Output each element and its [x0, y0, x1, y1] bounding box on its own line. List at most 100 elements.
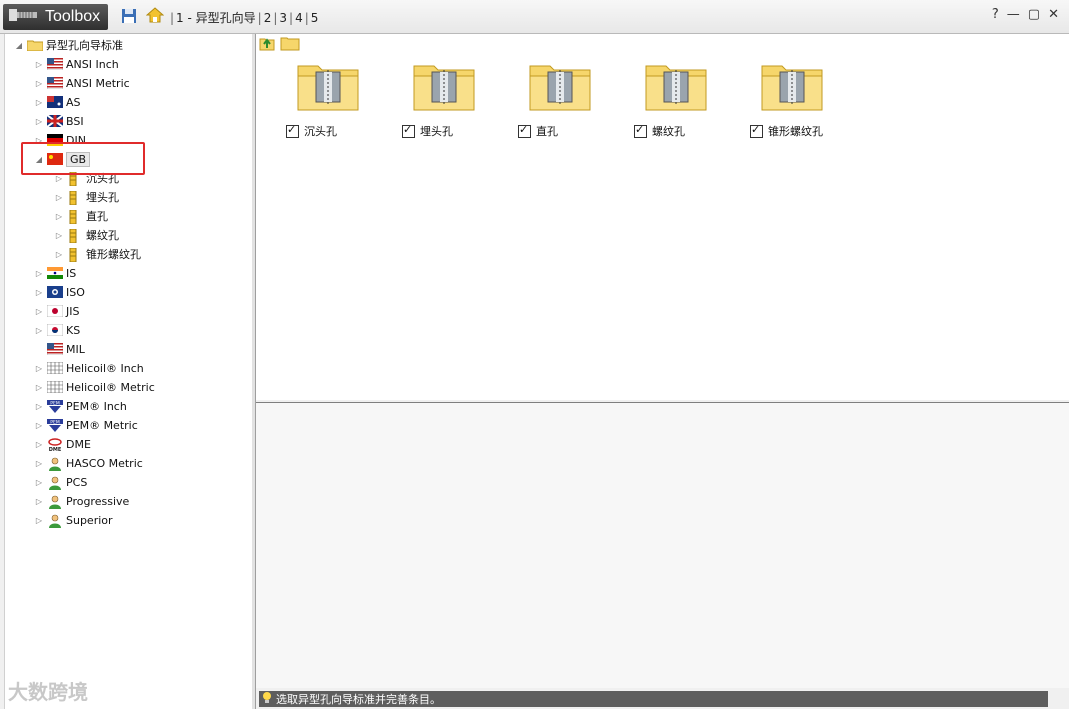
close-button[interactable]: ✕	[1048, 7, 1059, 22]
expand-arrow-icon[interactable]: ▷	[33, 326, 45, 335]
folder-icon[interactable]	[280, 34, 300, 55]
crumb-step-2[interactable]: 2	[264, 11, 272, 25]
hole-type-checkbox[interactable]	[750, 123, 763, 138]
tree-item-pem-inch[interactable]: ▷ PEM PEM® Inch	[33, 397, 127, 415]
up-folder-icon[interactable]	[258, 34, 276, 55]
expand-arrow-icon[interactable]: ▷	[33, 440, 45, 449]
crumb-step-4[interactable]: 4	[295, 11, 303, 25]
expand-arrow-icon[interactable]: ▷	[53, 193, 65, 202]
crumb-step-5[interactable]: 5	[311, 11, 319, 25]
tree-item-is[interactable]: ▷ IS	[33, 264, 76, 282]
expand-arrow-icon[interactable]: ▷	[33, 60, 45, 69]
pem-flag-icon: PEM	[47, 419, 63, 432]
tree-item-dme[interactable]: ▷ DME DME	[33, 435, 91, 454]
home-icon[interactable]	[145, 6, 165, 27]
toolbox-tab[interactable]: Toolbox	[3, 4, 108, 30]
expand-arrow-icon[interactable]: ▷	[33, 79, 45, 88]
expand-arrow-icon[interactable]: ▷	[33, 516, 45, 525]
expand-arrow-icon[interactable]: ▷	[33, 117, 45, 126]
hole-type-checkbox-row[interactable]: 螺纹孔	[634, 123, 685, 139]
expand-arrow-icon[interactable]: ▷	[53, 212, 65, 221]
kr-flag-icon	[46, 323, 64, 337]
properties-pane	[256, 402, 1069, 688]
tree-item-helicoil-metric[interactable]: ▷ Helicoil® Metric	[33, 378, 155, 396]
expand-arrow-icon[interactable]: ▷	[33, 383, 45, 392]
tree-item-mil[interactable]: MIL	[33, 340, 85, 358]
tree-item-label: PEM® Metric	[66, 418, 138, 432]
tree-child-label: 螺纹孔	[86, 229, 119, 242]
expand-arrow-icon[interactable]: ▷	[33, 364, 45, 373]
tree-root[interactable]: ◢ 异型孔向导标准	[13, 36, 123, 54]
tree-item-as[interactable]: ▷ AS	[33, 93, 81, 111]
tree-item-progressive[interactable]: ▷ Progressive	[33, 492, 129, 510]
hole-type-checkbox-row[interactable]: 埋头孔	[402, 123, 453, 139]
expand-arrow-icon[interactable]: ▷	[53, 250, 65, 259]
hole-type-checkbox-row[interactable]: 锥形螺纹孔	[750, 123, 823, 139]
crumb-step-1[interactable]: 1 - 异型孔向导	[176, 9, 256, 26]
restore-button[interactable]: ▢	[1028, 7, 1040, 22]
help-button[interactable]: ?	[992, 7, 999, 22]
tree-child-label: 直孔	[86, 210, 108, 223]
uk-flag-icon	[46, 114, 64, 128]
save-icon[interactable]	[121, 8, 137, 27]
hole-type-checkbox[interactable]	[518, 123, 531, 138]
expand-arrow-icon[interactable]: ▷	[33, 269, 45, 278]
tree-item-superior[interactable]: ▷ Superior	[33, 511, 113, 529]
tree-item-label: ISO	[66, 285, 85, 299]
status-text: 选取异型孔向导标准并完善条目。	[276, 693, 441, 706]
expand-arrow-icon[interactable]: ▷	[33, 402, 45, 411]
tree-item-label: DME	[66, 437, 91, 451]
hole-folder-icon[interactable]	[644, 62, 714, 118]
tree-child-item[interactable]: ▷ 螺纹孔	[53, 226, 119, 244]
tree-item-helicoil-inch[interactable]: ▷ Helicoil® Inch	[33, 359, 144, 377]
tree-item-ansi-inch[interactable]: ▷ ANSI Inch	[33, 55, 119, 73]
tree-item-iso[interactable]: ▷ ISO	[33, 283, 85, 301]
tree-child-item[interactable]: ▷ 锥形螺纹孔	[53, 245, 141, 263]
jp-flag-icon	[46, 304, 64, 318]
hole-type-label: 埋头孔	[420, 125, 453, 138]
expand-arrow-icon[interactable]: ▷	[33, 98, 45, 107]
tree-item-pcs[interactable]: ▷ PCS	[33, 473, 87, 491]
hole-type-checkbox[interactable]	[634, 123, 647, 138]
tree-item-label: ANSI Inch	[66, 57, 119, 71]
expand-arrow-icon[interactable]: ▷	[33, 459, 45, 468]
grid-flag-icon	[46, 361, 64, 375]
hole-type-checkbox[interactable]	[402, 123, 415, 138]
watermark-text: 大数跨境	[8, 680, 88, 704]
tree-child-item[interactable]: ▷ 直孔	[53, 207, 108, 225]
hole-folder-icon[interactable]	[760, 62, 830, 118]
hole-type-label: 锥形螺纹孔	[768, 125, 823, 138]
tree-item-label: MIL	[66, 342, 85, 356]
hole-type-label: 螺纹孔	[652, 125, 685, 138]
expand-arrow-icon[interactable]: ▷	[33, 288, 45, 297]
hole-folder-icon[interactable]	[296, 62, 366, 118]
expand-arrow-icon[interactable]: ▷	[53, 231, 65, 240]
hole-type-checkbox-row[interactable]: 沉头孔	[286, 123, 337, 139]
tree-item-label: KS	[66, 323, 81, 337]
tree-item-ks[interactable]: ▷ KS	[33, 321, 80, 339]
hole-type-checkbox[interactable]	[286, 123, 299, 138]
title-bar: Toolbox | 1 - 异型孔向导 | 2 | 3 | 4 | 5 ? — …	[0, 0, 1069, 34]
tree-item-label: ANSI Metric	[66, 76, 130, 90]
crumb-step-3[interactable]: 3	[279, 11, 287, 25]
collapse-arrow-icon[interactable]: ◢	[13, 41, 25, 50]
tree-item-jis[interactable]: ▷ JIS	[33, 302, 80, 320]
hole-folder-icon[interactable]	[412, 62, 482, 118]
expand-arrow-icon[interactable]: ▷	[33, 307, 45, 316]
tree-item-pem-metric[interactable]: ▷ PEM PEM® Metric	[33, 416, 138, 434]
hole-folder-icon[interactable]	[528, 62, 598, 118]
hole-type-icon	[67, 190, 83, 206]
svg-text:PEM: PEM	[50, 400, 60, 406]
hole-type-icon	[67, 209, 83, 225]
expand-arrow-icon[interactable]: ▷	[33, 497, 45, 506]
expand-arrow-icon[interactable]: ▷	[33, 421, 45, 430]
pem-flag-icon: PEM	[47, 400, 63, 413]
tree-child-item[interactable]: ▷ 埋头孔	[53, 188, 119, 206]
tree-item-bsi[interactable]: ▷ BSI	[33, 112, 84, 130]
hole-type-checkbox-row[interactable]: 直孔	[518, 123, 558, 139]
svg-text:PEM: PEM	[50, 419, 60, 425]
expand-arrow-icon[interactable]: ▷	[33, 478, 45, 487]
tree-item-ansi-metric[interactable]: ▷ ANSI Metric	[33, 74, 130, 92]
tree-item-hasco-metric[interactable]: ▷ HASCO Metric	[33, 454, 143, 472]
minimize-button[interactable]: —	[1007, 7, 1020, 22]
